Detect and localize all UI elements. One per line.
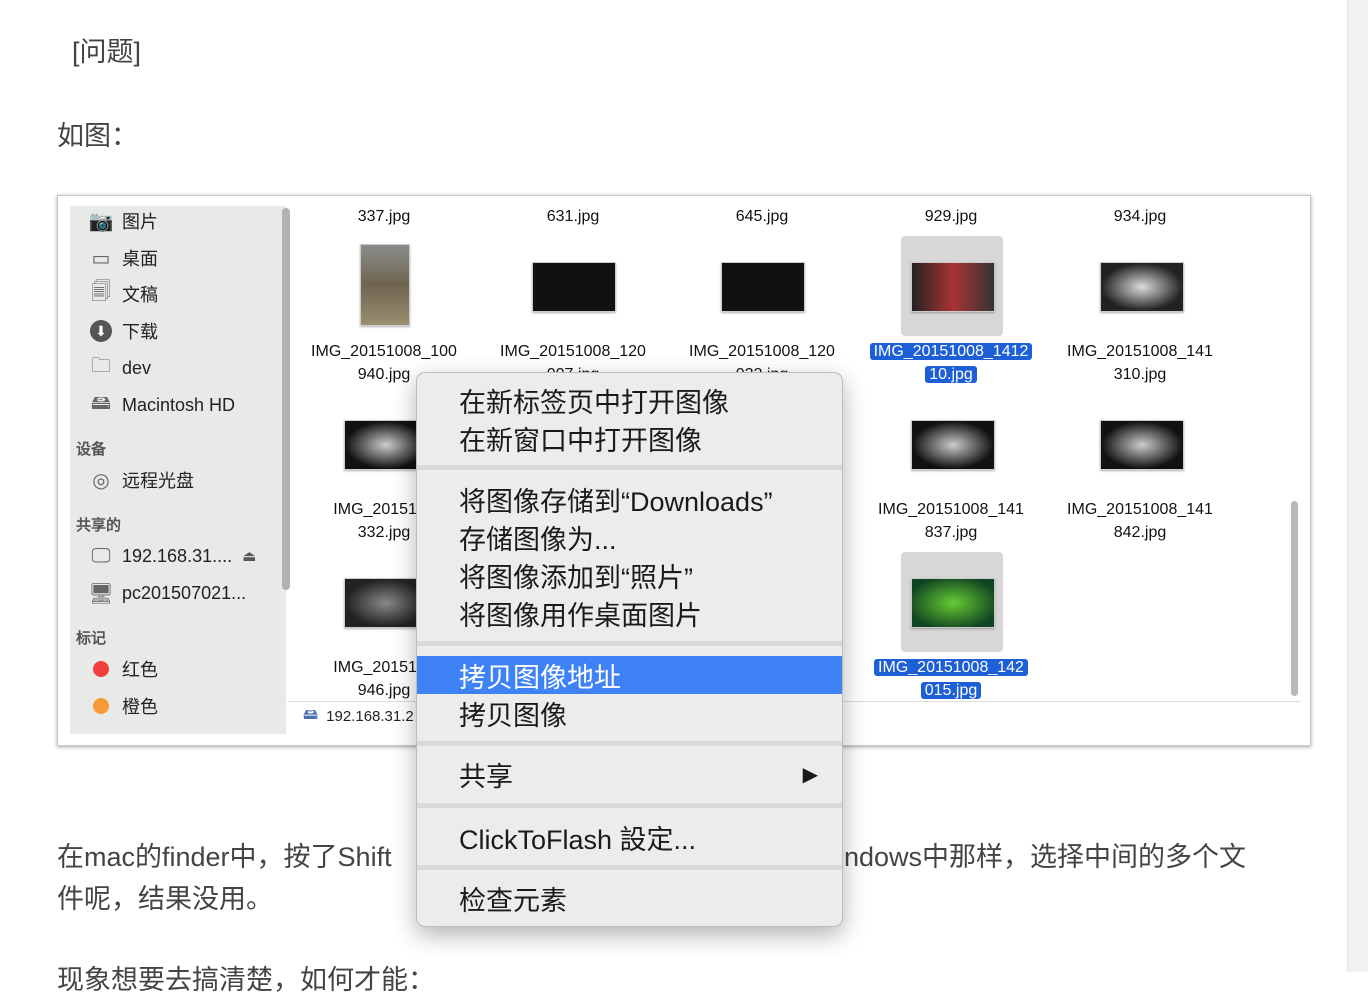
sidebar-tag-orange[interactable]: 橙色 <box>88 691 158 721</box>
folder-icon: 🗀 <box>91 355 111 377</box>
sidebar-item-shared-pc[interactable]: 🖥 pc201507021... <box>88 578 246 608</box>
menu-save-image-as[interactable]: 存储图像为... <box>417 518 842 556</box>
menu-inspect-element[interactable]: 检查元素 <box>417 879 842 917</box>
menu-open-in-new-tab[interactable]: 在新标签页中打开图像 <box>417 381 842 419</box>
menu-separator <box>417 465 842 470</box>
article-heading: [问题] <box>72 37 142 67</box>
menu-separator <box>417 865 842 870</box>
documents-icon: 🗐 <box>91 281 111 303</box>
sidebar-item-macintosh-hd[interactable]: 🖴 Macintosh HD <box>88 390 235 420</box>
sidebar-item-dev[interactable]: 🗀 dev <box>88 353 151 383</box>
network-drive-icon: 🖴 <box>303 706 319 723</box>
thumbnail[interactable] <box>1100 420 1184 470</box>
menu-share[interactable]: 共享 ▶ <box>417 755 842 793</box>
red-tag-icon <box>93 661 109 677</box>
sidebar-item-pictures[interactable]: 📷 图片 <box>88 206 158 236</box>
desktop-icon: ▭ <box>91 247 111 270</box>
paragraph-partial: 现象想要去搞清楚，如何才能： <box>57 965 435 995</box>
file-item[interactable]: 934.jpg <box>1050 205 1230 228</box>
menu-copy-image-address[interactable]: 拷贝图像地址 <box>417 656 842 694</box>
pc-icon: 🖥 <box>88 582 114 605</box>
article-caption: 如图： <box>57 121 138 151</box>
download-icon: ⬇ <box>88 320 114 342</box>
menu-separator <box>417 803 842 808</box>
content-scrollbar[interactable] <box>1291 501 1298 696</box>
file-item[interactable]: 631.jpg <box>483 205 663 228</box>
menu-use-as-desktop[interactable]: 将图像用作桌面图片 <box>417 594 842 632</box>
file-item-selected[interactable]: IMG_20151008_142 015.jpg <box>861 656 1041 702</box>
sidebar-item-documents[interactable]: 🗐 文稿 <box>88 279 158 309</box>
paragraph-line1-left: 在mac的finder中，按了Shift <box>57 842 392 872</box>
orange-tag-icon <box>93 698 109 714</box>
monitor-icon: 🖵 <box>91 544 111 567</box>
file-item[interactable]: 929.jpg <box>861 205 1041 228</box>
camera-icon: 📷 <box>88 210 114 233</box>
tags-header: 标记 <box>76 630 107 647</box>
file-item[interactable]: IMG_20151008_141 837.jpg <box>861 498 1041 544</box>
sidebar-item-remote-disc[interactable]: ◎ 远程光盘 <box>88 465 194 495</box>
thumbnail[interactable] <box>911 578 995 628</box>
submenu-arrow-icon: ▶ <box>802 763 818 786</box>
file-item[interactable]: 337.jpg <box>294 205 474 228</box>
sidebar-scrollbar[interactable] <box>282 208 290 590</box>
menu-open-in-new-window[interactable]: 在新窗口中打开图像 <box>417 419 842 457</box>
thumbnail[interactable] <box>911 420 995 470</box>
thumbnail[interactable] <box>360 244 410 326</box>
thumbnail[interactable] <box>911 262 995 312</box>
file-item[interactable]: IMG_20151008_141 842.jpg <box>1050 498 1230 544</box>
sidebar-item-shared-ip[interactable]: 🖵 192.168.31.... ⏏ <box>88 541 256 571</box>
menu-clicktoflash-settings[interactable]: ClickToFlash 設定... <box>417 818 842 856</box>
disc-icon: ◎ <box>92 469 110 492</box>
context-menu: 在新标签页中打开图像 在新窗口中打开图像 将图像存储到“Downloads” 存… <box>416 372 843 927</box>
thumbnail[interactable] <box>721 262 805 312</box>
sidebar-item-downloads[interactable]: ⬇ 下载 <box>88 316 158 346</box>
menu-add-to-photos[interactable]: 将图像添加到“照片” <box>417 556 842 594</box>
paragraph-line1-right: indows中那样，选择中间的多个文 <box>838 842 1247 872</box>
menu-copy-image[interactable]: 拷贝图像 <box>417 694 842 732</box>
shared-header: 共享的 <box>76 517 122 534</box>
hard-drive-icon: 🖴 <box>90 392 112 414</box>
devices-header: 设备 <box>76 441 107 458</box>
file-item[interactable]: IMG_20151008_141 310.jpg <box>1050 340 1230 386</box>
eject-icon[interactable]: ⏏ <box>242 547 256 565</box>
sidebar-item-desktop[interactable]: ▭ 桌面 <box>88 243 158 273</box>
page-scrollbar[interactable] <box>1347 0 1368 972</box>
paragraph-line2: 件呢，结果没用。 <box>57 884 273 914</box>
menu-separator <box>417 641 842 646</box>
menu-save-to-downloads[interactable]: 将图像存储到“Downloads” <box>417 480 842 518</box>
thumbnail[interactable] <box>532 262 616 312</box>
file-item[interactable]: 645.jpg <box>672 205 852 228</box>
menu-separator <box>417 741 842 746</box>
thumbnail[interactable] <box>1100 262 1184 312</box>
sidebar-tag-red[interactable]: 红色 <box>88 654 158 684</box>
file-item-selected[interactable]: IMG_20151008_1412 10.jpg <box>861 340 1041 386</box>
finder-sidebar: 📷 图片 ▭ 桌面 🗐 文稿 ⬇ 下载 🗀 dev 🖴 Macintosh HD 设备 ◎ 远… <box>70 206 290 734</box>
